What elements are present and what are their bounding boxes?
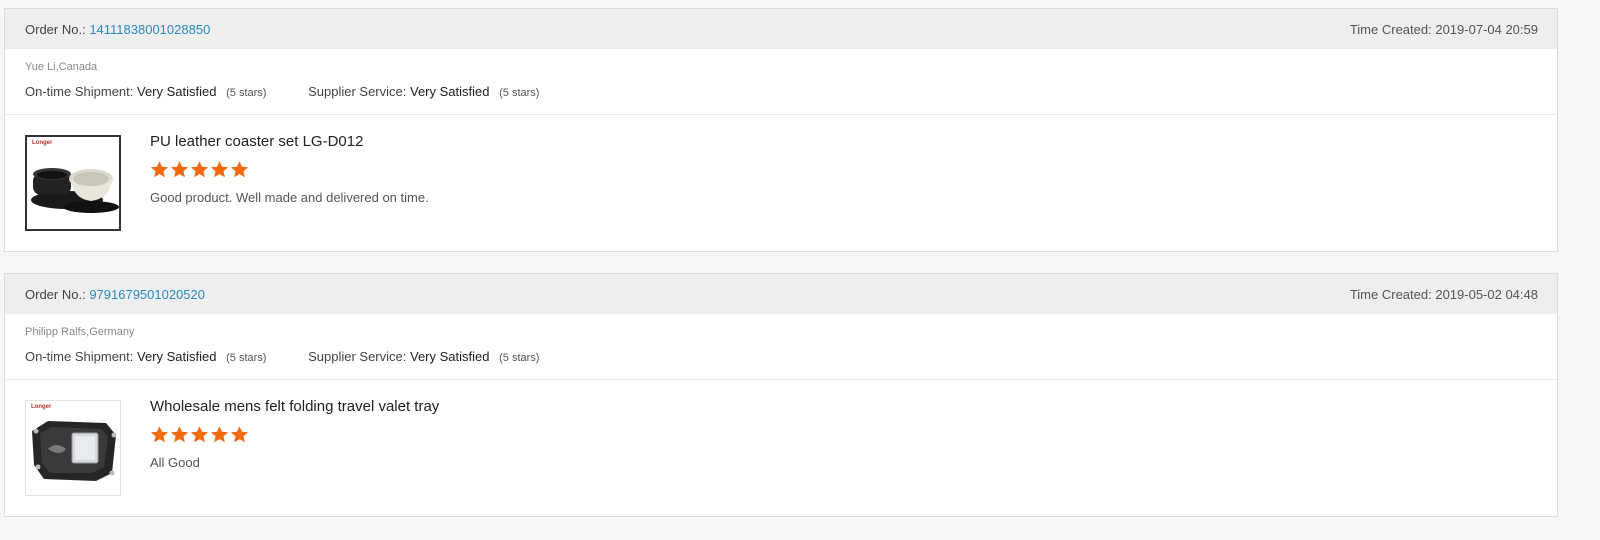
star-icon xyxy=(210,161,229,178)
time-created-value: 2019-07-04 20:59 xyxy=(1435,21,1538,37)
buyer-section: Philipp Ralfs,Germany On-time Shipment: … xyxy=(5,314,1557,380)
time-created-value: 2019-05-02 04:48 xyxy=(1435,286,1538,302)
product-thumbnail[interactable]: Longer xyxy=(25,135,121,231)
valet-tray-image xyxy=(32,421,117,481)
review-card: Order No.: 14111838001028850 Time Create… xyxy=(4,8,1558,252)
thumb-brand-logo: Longer xyxy=(31,404,52,410)
star-icon xyxy=(190,161,209,178)
supplier-service-value: Very Satisfied xyxy=(410,84,490,99)
star-icon xyxy=(210,426,229,443)
time-created-label: Time Created: xyxy=(1349,21,1432,37)
ontime-shipment-label: On-time Shipment: xyxy=(25,349,134,364)
product-thumbnail[interactable]: Longer xyxy=(25,400,121,496)
product-section: Longer Wholesale mens felt folding trave… xyxy=(5,380,1557,516)
buyer-name: Philipp Ralfs,Germany xyxy=(25,326,135,338)
reviews-list: Order No.: 14111838001028850 Time Create… xyxy=(0,0,1600,540)
order-number-link[interactable]: 14111838001028850 xyxy=(89,22,210,37)
ontime-shipment-value: Very Satisfied xyxy=(137,349,217,364)
supplier-service-value: Very Satisfied xyxy=(410,349,490,364)
supplier-service-rating: Supplier Service: Very Satisfied (5 star… xyxy=(308,349,539,364)
supplier-service-rating: Supplier Service: Very Satisfied (5 star… xyxy=(308,84,539,99)
ontime-shipment-value: Very Satisfied xyxy=(137,84,217,99)
review-card: Order No.: 9791679501020520 Time Created… xyxy=(4,273,1558,517)
order-header: Order No.: 14111838001028850 Time Create… xyxy=(5,9,1557,49)
star-icon xyxy=(190,426,209,443)
star-icon xyxy=(150,161,169,178)
ontime-shipment-stars: (5 stars) xyxy=(226,352,267,364)
ratings-row: On-time Shipment: Very Satisfied (5 star… xyxy=(25,349,539,364)
star-icon xyxy=(230,426,249,443)
time-created: Time Created: 2019-05-02 04:48 xyxy=(1350,287,1538,302)
order-header: Order No.: 9791679501020520 Time Created… xyxy=(5,274,1557,314)
ratings-row: On-time Shipment: Very Satisfied (5 star… xyxy=(25,84,539,99)
order-number-link[interactable]: 9791679501020520 xyxy=(89,287,205,302)
ontime-shipment-stars: (5 stars) xyxy=(226,87,267,99)
supplier-service-label: Supplier Service: xyxy=(308,349,407,364)
supplier-service-stars: (5 stars) xyxy=(499,352,540,364)
star-icon xyxy=(150,426,169,443)
buyer-name: Yue Li,Canada xyxy=(25,61,98,73)
thumb-brand-logo: Longer xyxy=(32,140,53,146)
product-section: Longer PU leather coaster set LG-D012 Go… xyxy=(5,115,1557,251)
time-created-label: Time Created: xyxy=(1349,286,1432,302)
product-title-link[interactable]: PU leather coaster set LG-D012 xyxy=(150,133,363,150)
supplier-service-label: Supplier Service: xyxy=(308,84,407,99)
order-no-label: Order No.: xyxy=(25,286,86,302)
ontime-shipment-rating: On-time Shipment: Very Satisfied (5 star… xyxy=(25,84,266,99)
time-created: Time Created: 2019-07-04 20:59 xyxy=(1350,22,1538,37)
product-rating-stars xyxy=(150,160,249,179)
review-comment: Good product. Well made and delivered on… xyxy=(150,190,429,205)
star-icon xyxy=(170,161,189,178)
product-rating-stars xyxy=(150,425,249,444)
product-title-link[interactable]: Wholesale mens felt folding travel valet… xyxy=(150,398,439,415)
ontime-shipment-label: On-time Shipment: xyxy=(25,84,134,99)
buyer-section: Yue Li,Canada On-time Shipment: Very Sat… xyxy=(5,49,1557,115)
order-no-label: Order No.: xyxy=(25,21,86,37)
star-icon xyxy=(230,161,249,178)
supplier-service-stars: (5 stars) xyxy=(499,87,540,99)
review-comment: All Good xyxy=(150,455,200,470)
star-icon xyxy=(170,426,189,443)
order-info: Order No.: 14111838001028850 xyxy=(25,22,210,37)
ontime-shipment-rating: On-time Shipment: Very Satisfied (5 star… xyxy=(25,349,266,364)
order-info: Order No.: 9791679501020520 xyxy=(25,287,205,302)
coaster-image xyxy=(31,168,119,213)
